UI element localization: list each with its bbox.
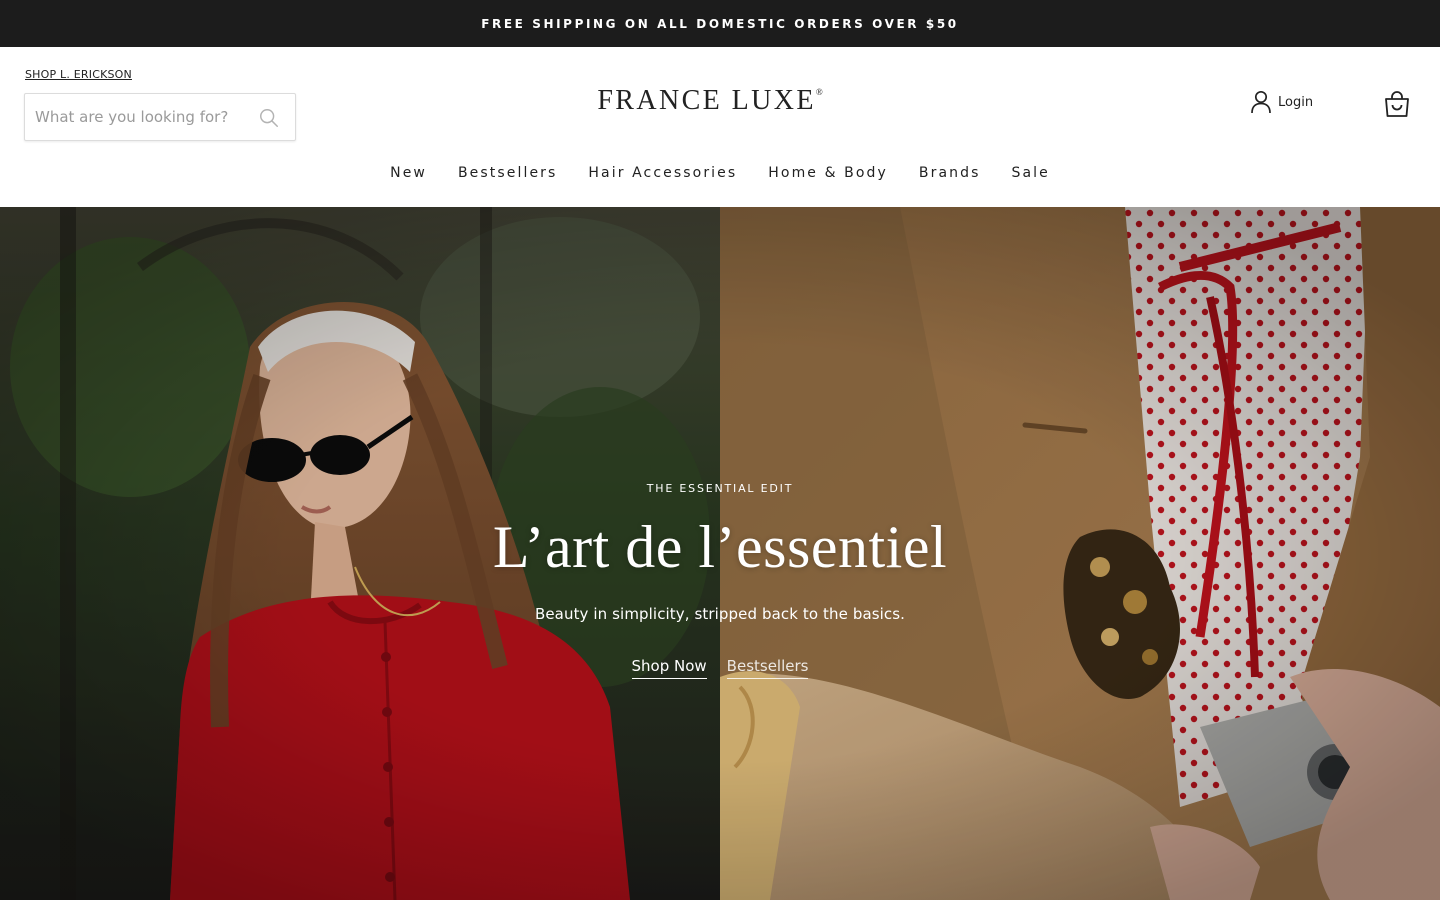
login-button[interactable]: Login <box>1250 90 1313 114</box>
logo-text: FRANCE LUXE <box>597 85 816 116</box>
logo-registered-mark: ® <box>815 87 823 97</box>
nav-item-new[interactable]: New <box>390 165 427 189</box>
hero-eyebrow: THE ESSENTIAL EDIT <box>646 482 794 495</box>
nav-item-brands[interactable]: Brands <box>919 165 981 189</box>
nav-item-home-body[interactable]: Home & Body <box>768 165 888 189</box>
shop-now-button[interactable]: Shop Now <box>631 657 707 679</box>
hero-content: THE ESSENTIAL EDIT L’art de l’essentiel … <box>0 207 1440 900</box>
search-input[interactable] <box>35 94 245 140</box>
main-nav: New Bestsellers Hair Accessories Home & … <box>0 165 1440 189</box>
nav-item-bestsellers[interactable]: Bestsellers <box>458 165 557 189</box>
hero-cta-group: Shop Now Bestsellers <box>0 657 1440 679</box>
login-label: Login <box>1278 94 1314 110</box>
hero-subline: Beauty in simplicity, stripped back to t… <box>534 605 906 623</box>
hero-headline: L’art de l’essentiel <box>492 514 948 580</box>
announcement-bar: FREE SHIPPING ON ALL DOMESTIC ORDERS OVE… <box>0 0 1440 47</box>
announcement-text: FREE SHIPPING ON ALL DOMESTIC ORDERS OVE… <box>481 16 959 31</box>
shop-account-link[interactable]: SHOP L. ERICKSON <box>25 68 132 81</box>
search-icon[interactable] <box>258 107 280 129</box>
shopping-bag-icon[interactable] <box>1382 89 1412 119</box>
bestsellers-button[interactable]: Bestsellers <box>726 657 809 679</box>
search-box <box>24 93 296 141</box>
hero-banner[interactable]: THE ESSENTIAL EDIT L’art de l’essentiel … <box>0 207 1440 900</box>
nav-item-sale[interactable]: Sale <box>1011 165 1049 189</box>
site-logo[interactable]: FRANCE LUXE® <box>560 85 860 117</box>
site-header: SHOP L. ERICKSON FRANCE LUXE® Login New … <box>0 47 1440 207</box>
user-icon <box>1251 90 1271 114</box>
nav-item-hair-accessories[interactable]: Hair Accessories <box>588 165 737 189</box>
